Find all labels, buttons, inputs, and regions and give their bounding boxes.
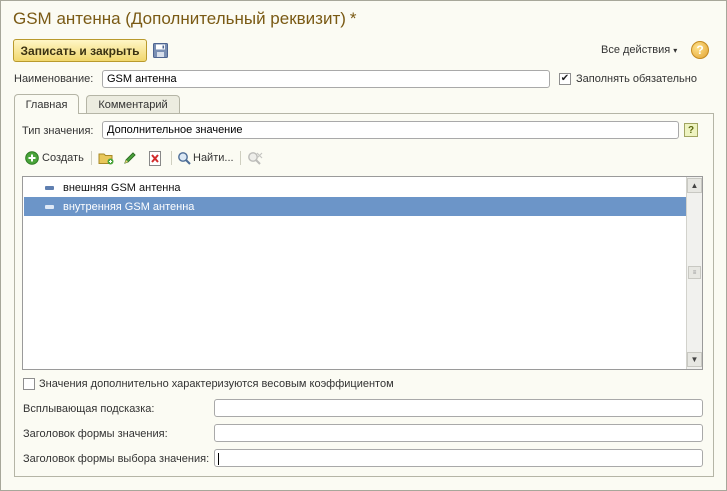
value-item-icon: [45, 185, 54, 190]
value-item-icon: [45, 204, 54, 209]
scroll-up-icon[interactable]: ▲: [687, 178, 702, 193]
name-label: Наименование:: [14, 73, 94, 85]
name-input[interactable]: GSM антенна: [102, 70, 550, 88]
all-actions-label: Все действия: [601, 44, 671, 56]
chevron-down-icon: ▾: [673, 46, 678, 55]
toolbar-separator: [91, 151, 92, 165]
values-list[interactable]: внешняя GSM антенна внутренняя GSM антен…: [22, 176, 703, 370]
cancel-search-icon: [247, 151, 263, 165]
toolbar-separator: [240, 151, 241, 165]
value-type-input[interactable]: Дополнительное значение: [102, 121, 679, 139]
tab-comment[interactable]: Комментарий: [86, 95, 180, 114]
list-item[interactable]: внутренняя GSM антенна: [24, 197, 686, 216]
all-actions-menu[interactable]: Все действия ▾: [601, 44, 677, 56]
choice-form-title-input[interactable]: [214, 449, 703, 467]
required-checkbox-label: Заполнять обязательно: [576, 73, 697, 85]
vertical-scrollbar[interactable]: ▲ ≡ ▼: [686, 177, 702, 369]
value-form-title-input[interactable]: [214, 424, 703, 442]
toolbar-separator: [171, 151, 172, 165]
tooltip-label: Всплывающая подсказка:: [23, 403, 155, 415]
find-button[interactable]: Найти...: [177, 151, 234, 165]
tooltip-input[interactable]: [214, 399, 703, 417]
create-button-label: Создать: [42, 152, 84, 164]
delete-button[interactable]: [148, 151, 162, 166]
find-button-label: Найти...: [193, 152, 234, 164]
scroll-thumb[interactable]: ≡: [688, 266, 701, 279]
add-folder-icon: [98, 151, 114, 165]
required-checkbox[interactable]: ✔: [559, 73, 571, 85]
search-icon: [177, 151, 191, 165]
choice-form-title-label: Заголовок формы выбора значения:: [23, 453, 210, 465]
cancel-search-button[interactable]: [247, 151, 263, 165]
list-item-label: внешняя GSM антенна: [63, 181, 181, 194]
text-cursor: [218, 453, 219, 465]
add-folder-button[interactable]: [98, 151, 114, 165]
edit-pencil-icon: [123, 151, 137, 165]
value-form-title-label: Заголовок формы значения:: [23, 428, 168, 440]
list-item[interactable]: внешняя GSM антенна: [24, 178, 686, 197]
value-type-label: Тип значения:: [22, 125, 94, 137]
weight-coefficient-label: Значения дополнительно характеризуются в…: [39, 378, 394, 390]
create-button[interactable]: Создать: [25, 151, 84, 165]
delete-icon: [148, 151, 162, 166]
list-item-label: внутренняя GSM антенна: [63, 200, 195, 213]
modified-indicator: *: [349, 9, 357, 28]
form-window: GSM антенна (Дополнительный реквизит) * З…: [0, 0, 727, 491]
form-title: GSM антенна (Дополнительный реквизит) *: [13, 9, 357, 29]
edit-button[interactable]: [123, 151, 137, 165]
tab-main[interactable]: Главная: [14, 94, 79, 114]
scroll-down-icon[interactable]: ▼: [687, 352, 702, 367]
save-disk-icon[interactable]: [153, 43, 168, 58]
create-plus-icon: [25, 151, 39, 165]
weight-coefficient-checkbox[interactable]: [23, 378, 35, 390]
question-help-icon[interactable]: ?: [684, 123, 698, 137]
help-button[interactable]: ?: [691, 41, 709, 59]
save-and-close-button[interactable]: Записать и закрыть: [13, 39, 147, 62]
form-title-text: GSM антенна (Дополнительный реквизит): [13, 9, 346, 28]
